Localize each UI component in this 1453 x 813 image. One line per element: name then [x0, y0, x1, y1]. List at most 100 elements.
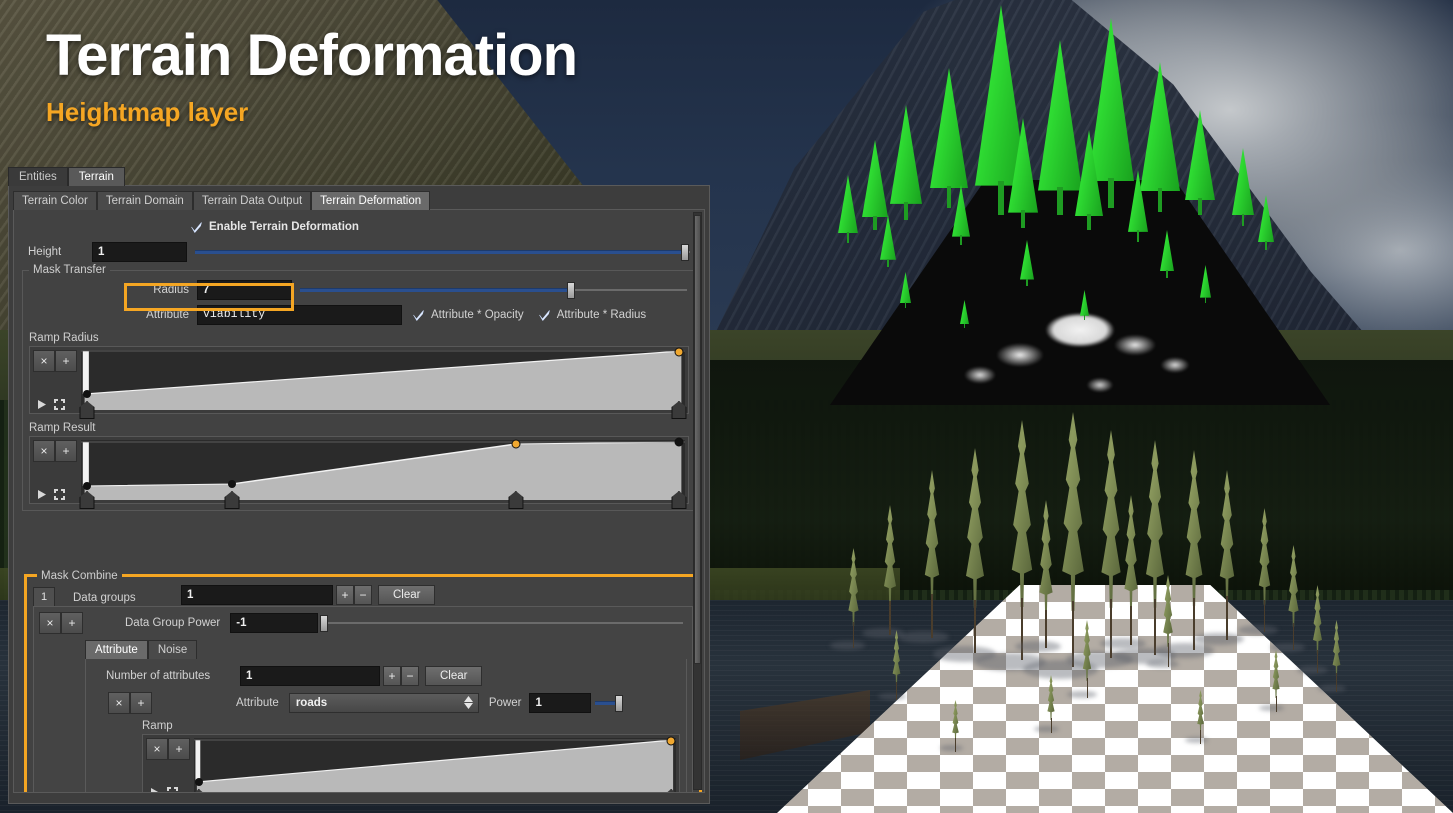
- data-group-add-button[interactable]: +: [61, 612, 83, 634]
- tree-crown: [1272, 650, 1280, 699]
- attribute-input[interactable]: viability: [197, 305, 402, 325]
- radius-input[interactable]: 7: [197, 280, 292, 300]
- ramp-result-top-dot[interactable]: [511, 439, 521, 449]
- attribute-opacity-check-icon[interactable]: [412, 309, 425, 322]
- cone-tree-trunk: [1057, 187, 1063, 215]
- tree-crown: [1047, 675, 1055, 721]
- cone-tree-trunk: [1198, 198, 1202, 215]
- cone-tree: [1200, 265, 1211, 303]
- ramp-radius-node-dot[interactable]: [83, 390, 92, 399]
- ramp-result-canvas[interactable]: [79, 437, 687, 509]
- ramp-result-top-dot[interactable]: [674, 437, 684, 447]
- attribute-power-slider[interactable]: [595, 693, 624, 713]
- tree-crown: [884, 505, 896, 607]
- enable-deformation-row[interactable]: Enable Terrain Deformation: [22, 216, 696, 238]
- tree-crown: [1288, 545, 1299, 627]
- radius-slider[interactable]: [300, 280, 687, 300]
- cone-tree-crown: [900, 272, 911, 303]
- attribute-ramp-add-button[interactable]: +: [168, 738, 190, 760]
- tab-noise[interactable]: Noise: [147, 640, 198, 659]
- panel-scrollbar[interactable]: [693, 212, 702, 790]
- ramp-radius-top-dot[interactable]: [674, 347, 684, 357]
- panel-scrollbar-thumb[interactable]: [694, 215, 701, 665]
- cone-tree-trunk: [1083, 315, 1086, 320]
- height-slider[interactable]: [195, 242, 690, 262]
- data-group-power-slider[interactable]: [320, 613, 683, 633]
- attribute-ramp-node-dot[interactable]: [194, 778, 203, 787]
- tree-trunk: [1086, 677, 1088, 698]
- attribute-ramp-widget[interactable]: × +: [142, 734, 680, 792]
- ramp-radius-remove-button[interactable]: ×: [33, 350, 55, 372]
- data-group-power-label: Data Group Power: [125, 617, 221, 629]
- data-group-index-tab[interactable]: 1: [33, 587, 55, 606]
- height-input[interactable]: 1: [92, 242, 187, 262]
- attribute-ramp-remove-button[interactable]: ×: [146, 738, 168, 760]
- attribute-entry-add-button[interactable]: +: [130, 692, 152, 714]
- tree-crown: [1197, 690, 1204, 733]
- data-group-power-knob[interactable]: [320, 615, 329, 632]
- ramp-result-widget[interactable]: × +: [29, 436, 689, 509]
- cone-tree-trunk: [1157, 188, 1163, 212]
- attribute-select-value: roads: [295, 697, 328, 709]
- attribute-row: Attribute viability Attribute * Opacity …: [29, 304, 689, 326]
- data-group-power-input[interactable]: -1: [230, 613, 319, 633]
- height-slider-knob[interactable]: [681, 244, 689, 261]
- data-groups-clear-button[interactable]: Clear: [378, 585, 436, 605]
- num-attributes-input[interactable]: 1: [240, 666, 380, 686]
- ramp-result-remove-button[interactable]: ×: [33, 440, 55, 462]
- realistic-tree: [950, 700, 961, 752]
- play-icon[interactable]: [150, 787, 160, 792]
- attribute-ramp-canvas[interactable]: [191, 736, 679, 792]
- tab-entities[interactable]: Entities: [8, 167, 68, 186]
- tab-terrain-deformation[interactable]: Terrain Deformation: [311, 191, 431, 210]
- cone-tree-trunk: [1241, 213, 1245, 226]
- tab-terrain-data-output[interactable]: Terrain Data Output: [192, 191, 312, 210]
- data-groups-plus-button[interactable]: +: [336, 585, 354, 605]
- inner-tabbar: Terrain Color Terrain Domain Terrain Dat…: [13, 190, 705, 210]
- tab-terrain[interactable]: Terrain: [67, 167, 125, 186]
- realistic-tree: [890, 630, 903, 700]
- cone-tree: [1075, 130, 1103, 230]
- ramp-result-node-dot[interactable]: [83, 481, 92, 490]
- ramp-result-node-dot[interactable]: [228, 479, 236, 488]
- realistic-tree: [1215, 470, 1239, 640]
- play-icon[interactable]: [37, 399, 47, 410]
- check-icon[interactable]: [190, 221, 203, 234]
- num-attributes-row: Number of attributes 1 + − Clear: [92, 666, 680, 686]
- attribute-ramp-top-dot[interactable]: [666, 736, 676, 746]
- attribute-radius-check-icon[interactable]: [538, 309, 551, 322]
- attribute-select[interactable]: roads: [288, 693, 479, 713]
- attribute-power-input[interactable]: 1: [529, 693, 592, 713]
- tab-terrain-color[interactable]: Terrain Color: [13, 191, 97, 210]
- cone-tree-crown: [1020, 240, 1034, 280]
- tab-terrain-domain[interactable]: Terrain Domain: [96, 191, 193, 210]
- fit-icon[interactable]: [54, 399, 65, 410]
- ramp-radius-add-button[interactable]: +: [55, 350, 77, 372]
- tree-crown: [1258, 508, 1271, 605]
- ramp-radius-widget[interactable]: × +: [29, 346, 689, 419]
- radius-slider-knob[interactable]: [566, 282, 575, 299]
- fit-icon[interactable]: [54, 489, 65, 500]
- spinner-arrows-icon[interactable]: [463, 696, 473, 709]
- radius-label: Radius: [153, 284, 189, 296]
- fit-icon[interactable]: [167, 787, 178, 792]
- num-attributes-clear-button[interactable]: Clear: [425, 666, 483, 686]
- num-attributes-plus-button[interactable]: +: [383, 666, 401, 686]
- ramp-radius-canvas[interactable]: [79, 347, 687, 419]
- realistic-tree: [960, 448, 990, 653]
- data-group-remove-button[interactable]: ×: [39, 612, 61, 634]
- cone-tree-trunk: [904, 201, 908, 220]
- cone-tree-crown: [880, 215, 896, 260]
- cone-tree: [1008, 118, 1038, 228]
- realistic-tree: [1310, 585, 1325, 673]
- attribute-entry-remove-button[interactable]: ×: [108, 692, 130, 714]
- num-attributes-label: Number of attributes: [106, 670, 211, 682]
- num-attributes-minus-button[interactable]: −: [401, 666, 419, 686]
- data-groups-input[interactable]: 1: [181, 585, 333, 605]
- cone-tree-crown: [838, 175, 858, 234]
- play-icon[interactable]: [37, 489, 47, 500]
- data-groups-minus-button[interactable]: −: [354, 585, 372, 605]
- attribute-power-knob[interactable]: [615, 695, 624, 712]
- ramp-result-add-button[interactable]: +: [55, 440, 77, 462]
- tab-attribute[interactable]: Attribute: [85, 640, 148, 659]
